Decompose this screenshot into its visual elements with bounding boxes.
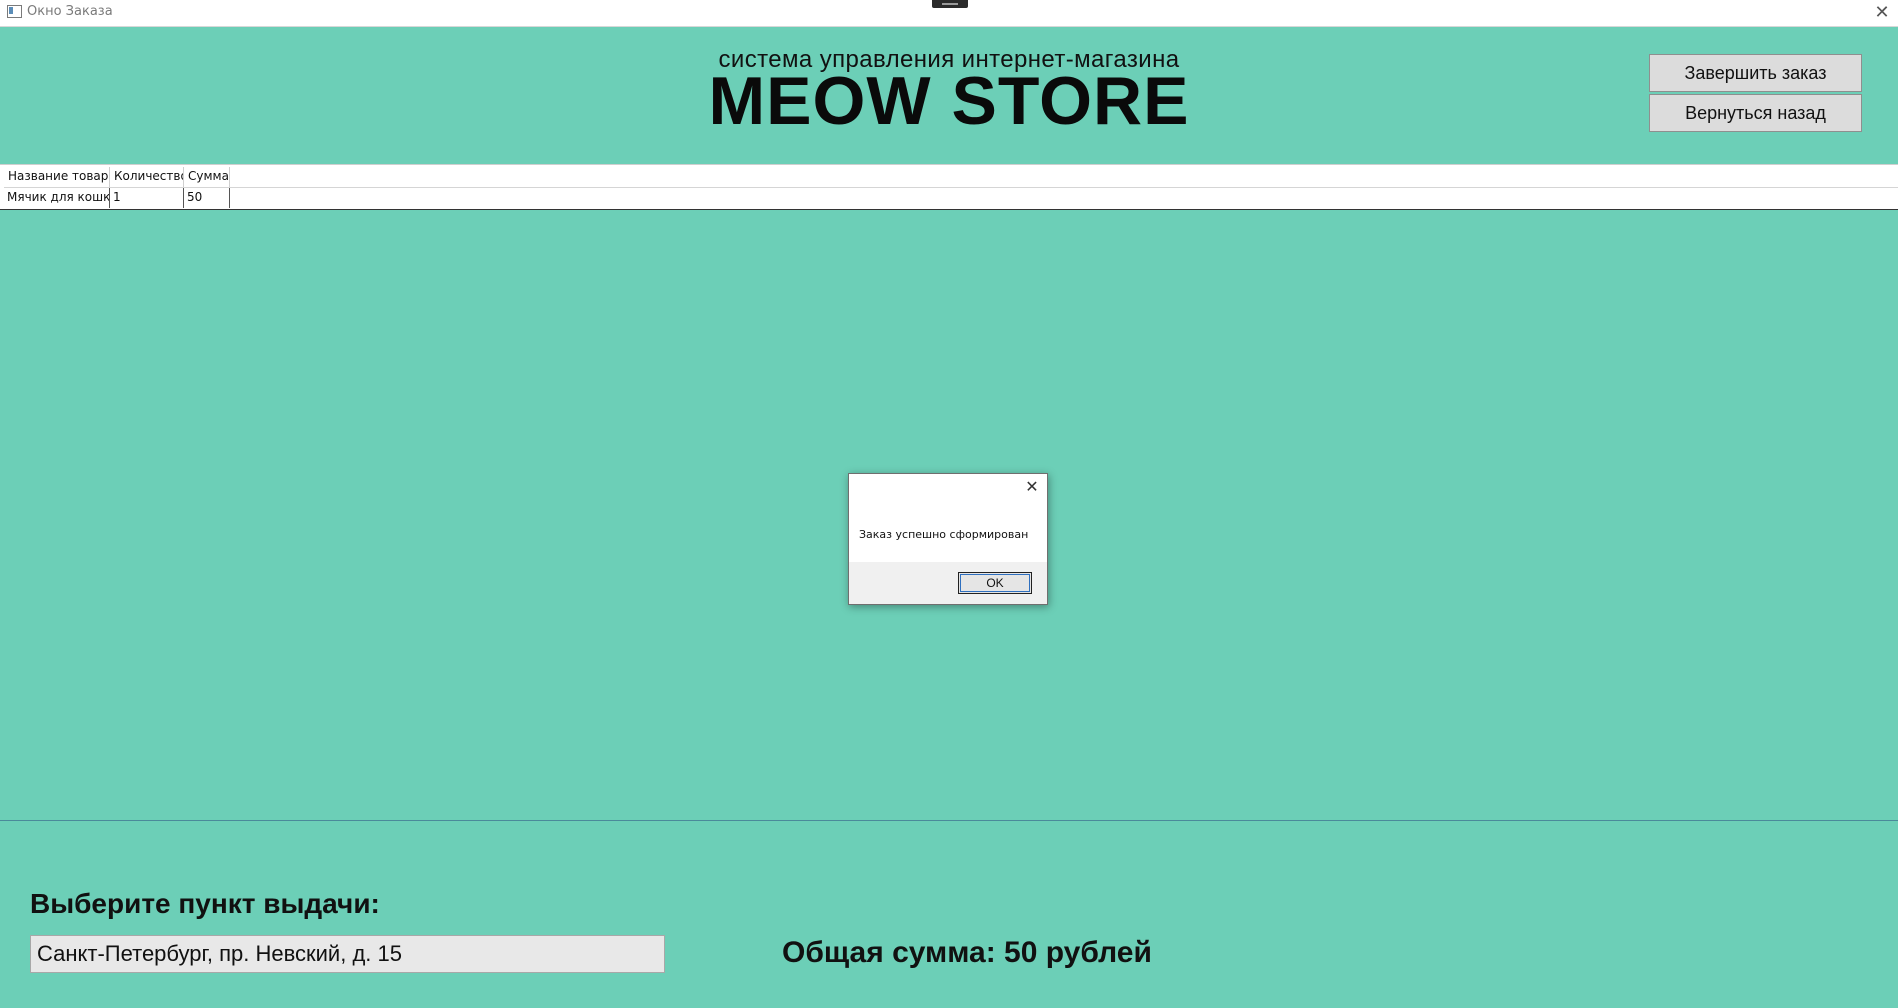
finish-order-button[interactable]: Завершить заказ (1649, 54, 1862, 92)
app-window-icon (7, 5, 22, 18)
message-dialog: ✕ Заказ успешно сформирован OK (848, 473, 1048, 605)
cell-quantity[interactable]: 1 (110, 188, 184, 208)
dialog-footer: OK (849, 562, 1047, 604)
dialog-close-icon[interactable]: ✕ (1023, 479, 1041, 497)
pickup-point-select[interactable]: Санкт-Петербург, пр. Невский, д. 15 (30, 935, 665, 973)
window-title: Окно Заказа (27, 4, 113, 19)
order-total: Общая сумма: 50 рублей (782, 936, 1152, 969)
go-back-button[interactable]: Вернуться назад (1649, 94, 1862, 132)
column-header-product[interactable]: Название товара (4, 167, 110, 187)
pickup-point-label: Выберите пункт выдачи: (30, 888, 380, 919)
column-header-sum[interactable]: Сумма (184, 167, 230, 187)
window-titlebar: Окно Заказа ✕ (0, 0, 1898, 27)
grid-header-row: Название товара Количество Сумма (4, 167, 1898, 188)
window-close-icon[interactable]: ✕ (1872, 2, 1892, 22)
snap-grip-handle[interactable] (932, 0, 968, 8)
dialog-message: Заказ успешно сформирован (859, 528, 1029, 541)
table-row[interactable]: Мячик для кошки 1 50 (4, 188, 230, 208)
order-items-grid[interactable]: Название товара Количество Сумма Мячик д… (0, 164, 1898, 210)
ok-button[interactable]: OK (958, 572, 1032, 594)
section-divider (0, 820, 1898, 821)
brand-title: MEOW STORE (708, 63, 1190, 139)
cell-product-name[interactable]: Мячик для кошки (4, 188, 110, 208)
cell-sum[interactable]: 50 (184, 188, 230, 208)
column-header-quantity[interactable]: Количество (110, 167, 184, 187)
